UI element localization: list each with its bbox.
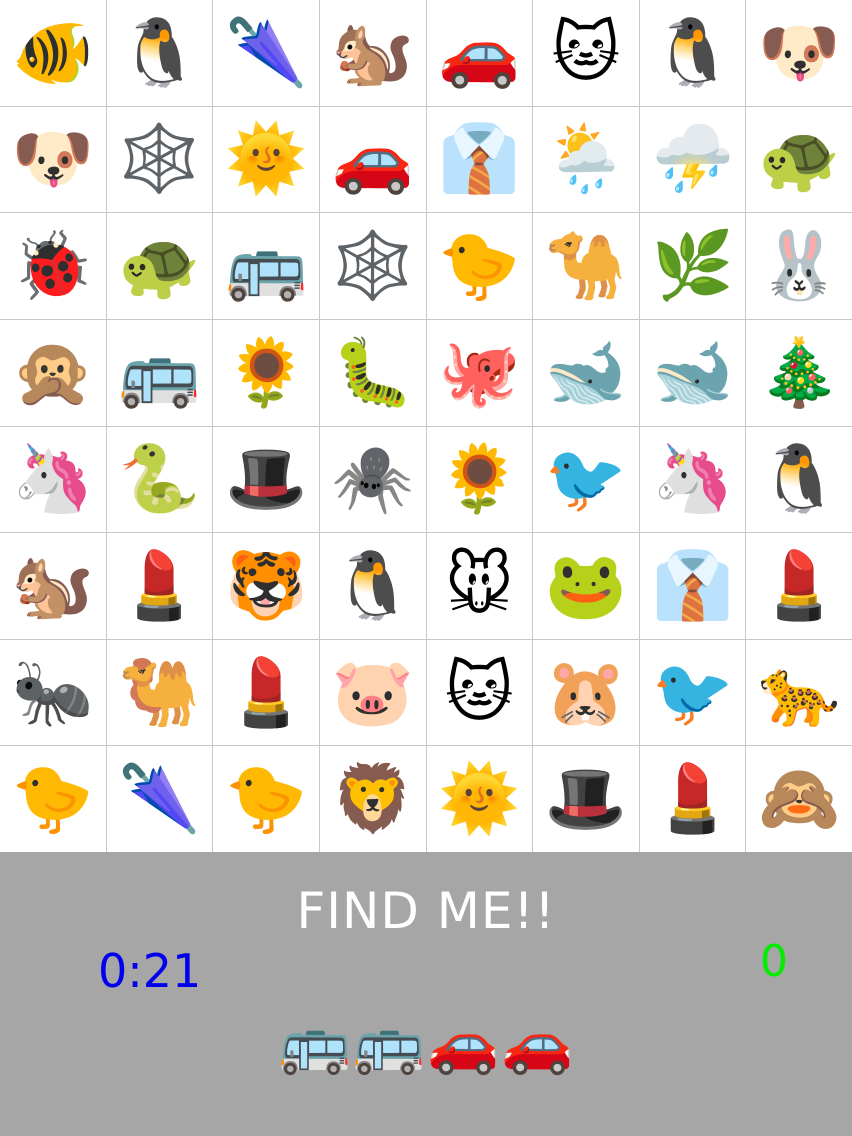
grid-cell-turtle-icon[interactable]: 🐢 [106,213,213,319]
grid-cell-octopus-icon[interactable]: 🐙 [426,319,533,426]
grid-cell-penguin-icon[interactable]: 🐧 [639,0,746,106]
grid-cell-camel-icon[interactable]: 🐪 [533,213,639,319]
grid-cell-sunflower-icon[interactable]: 🌻 [213,319,319,426]
grid-cell-sun-behind-rain-cloud-icon[interactable]: 🌦️ [533,106,639,213]
grid-cell-bird-icon[interactable]: 🐦 [639,639,746,746]
grid-cell-chipmunk-icon[interactable]: 🐿️ [319,0,426,106]
grid-cell-tiger-face-icon[interactable]: 🐯 [213,533,319,639]
target-emoji-list: 🚌 🚌 🚗 🚗 [0,1014,852,1072]
bottom-panel: FIND ME!! 0:21 0 🚌 🚌 🚗 🚗 [0,852,852,1136]
grid-cell-christmas-tree-icon[interactable]: 🎄 [746,319,852,426]
grid-cell-baby-chick-icon[interactable]: 🐤 [426,213,533,319]
grid-cell-dog-face-icon[interactable]: 🐶 [746,0,852,106]
grid-cell-necktie-shirt-icon[interactable]: 👔 [426,106,533,213]
grid-cell-caterpillar-icon[interactable]: 🐛 [319,319,426,426]
grid-cell-penguin-icon[interactable]: 🐧 [106,0,213,106]
grid-cell-whale-icon[interactable]: 🐋 [533,319,639,426]
grid-cell-snake-icon[interactable]: 🐍 [106,426,213,533]
grid-cell-rabbit-face-icon[interactable]: 🐰 [746,213,852,319]
target-bus-icon: 🚌 [278,1009,351,1077]
grid-cell-lipstick-icon[interactable]: 💄 [746,533,852,639]
grid-cell-frog-face-icon[interactable]: 🐸 [533,533,639,639]
grid-cell-baby-chick-icon[interactable]: 🐤 [213,746,319,852]
grid-cell-tropical-fish-icon[interactable]: 🐠 [0,0,106,106]
target-car-icon: 🚗 [427,1009,500,1077]
grid-cell-see-no-evil-monkey-icon[interactable]: 🙈 [746,746,852,852]
target-bus-icon: 🚌 [352,1009,425,1077]
grid-cell-whale-icon[interactable]: 🐋 [639,319,746,426]
grid-cell-dog-face-icon[interactable]: 🐶 [0,106,106,213]
grid-cell-sun-with-face-icon[interactable]: 🌞 [213,106,319,213]
grid-cell-leopard-icon[interactable]: 🐆 [746,639,852,746]
grid-cell-cat-face-icon[interactable]: 🐱 [426,639,533,746]
grid-cell-cat-face-icon[interactable]: 🐱 [533,0,639,106]
grid-cell-sunflower-icon[interactable]: 🌻 [426,426,533,533]
grid-cell-unicorn-icon[interactable]: 🦄 [639,426,746,533]
score-display: 0 [760,936,788,987]
grid-cell-bird-icon[interactable]: 🐦 [533,426,639,533]
grid-cell-ladybug-icon[interactable]: 🐞 [0,213,106,319]
grid-cell-turtle-icon[interactable]: 🐢 [746,106,852,213]
grid-cell-lipstick-icon[interactable]: 💄 [106,533,213,639]
grid-cell-chipmunk-icon[interactable]: 🐿️ [0,533,106,639]
grid-cell-bus-icon[interactable]: 🚌 [106,319,213,426]
grid-cell-necktie-shirt-icon[interactable]: 👔 [639,533,746,639]
grid-cell-car-icon[interactable]: 🚗 [426,0,533,106]
grid-cell-top-hat-icon[interactable]: 🎩 [213,426,319,533]
timer-display: 0:21 [98,944,202,998]
grid-cell-thunder-cloud-rain-icon[interactable]: ⛈️ [639,106,746,213]
grid-cell-speak-no-evil-monkey-icon[interactable]: 🙊 [0,319,106,426]
grid-cell-baby-chick-icon[interactable]: 🐤 [0,746,106,852]
grid-cell-penguin-icon[interactable]: 🐧 [319,533,426,639]
grid-cell-hamster-face-icon[interactable]: 🐹 [533,639,639,746]
grid-cell-closed-umbrella-icon[interactable]: 🌂 [106,746,213,852]
grid-cell-penguin-icon[interactable]: 🐧 [746,426,852,533]
grid-cell-unicorn-icon[interactable]: 🦄 [0,426,106,533]
grid-cell-bus-icon[interactable]: 🚌 [213,213,319,319]
grid-cell-ant-icon[interactable]: 🐜 [0,639,106,746]
grid-cell-closed-umbrella-icon[interactable]: 🌂 [213,0,319,106]
target-car-icon: 🚗 [501,1009,574,1077]
find-me-title: FIND ME!! [296,882,556,940]
grid-cell-spider-web-icon[interactable]: 🕸️ [319,213,426,319]
grid-cell-lion-face-icon[interactable]: 🦁 [319,746,426,852]
grid-cell-mouse-face-icon[interactable]: 🐭 [426,533,533,639]
grid-cell-lipstick-icon[interactable]: 💄 [213,639,319,746]
grid-cell-car-icon[interactable]: 🚗 [319,106,426,213]
grid-cell-lipstick-icon[interactable]: 💄 [639,746,746,852]
grid-cell-spider-web-icon[interactable]: 🕸️ [106,106,213,213]
grid-cell-top-hat-icon[interactable]: 🎩 [533,746,639,852]
grid-cell-herb-icon[interactable]: 🌿 [639,213,746,319]
grid-cell-camel-icon[interactable]: 🐫 [106,639,213,746]
grid-cell-sun-with-face-icon[interactable]: 🌞 [426,746,533,852]
grid-cell-pig-face-icon[interactable]: 🐷 [319,639,426,746]
grid-cell-spider-icon[interactable]: 🕷️ [319,426,426,533]
emoji-grid: 🐠 🐧 🌂 🐿️ 🚗 🐱 🐧 🐶 🐶 🕸️ 🌞 🚗 👔 🌦️ ⛈️ 🐢 🐞 🐢 🚌 🕸️ 🐤 🐪 🌿 🐰 🙊 🚌 🌻 🐛 🐙 🐋 🐋 🎄 🦄 🐍 🎩… [0,0,852,852]
